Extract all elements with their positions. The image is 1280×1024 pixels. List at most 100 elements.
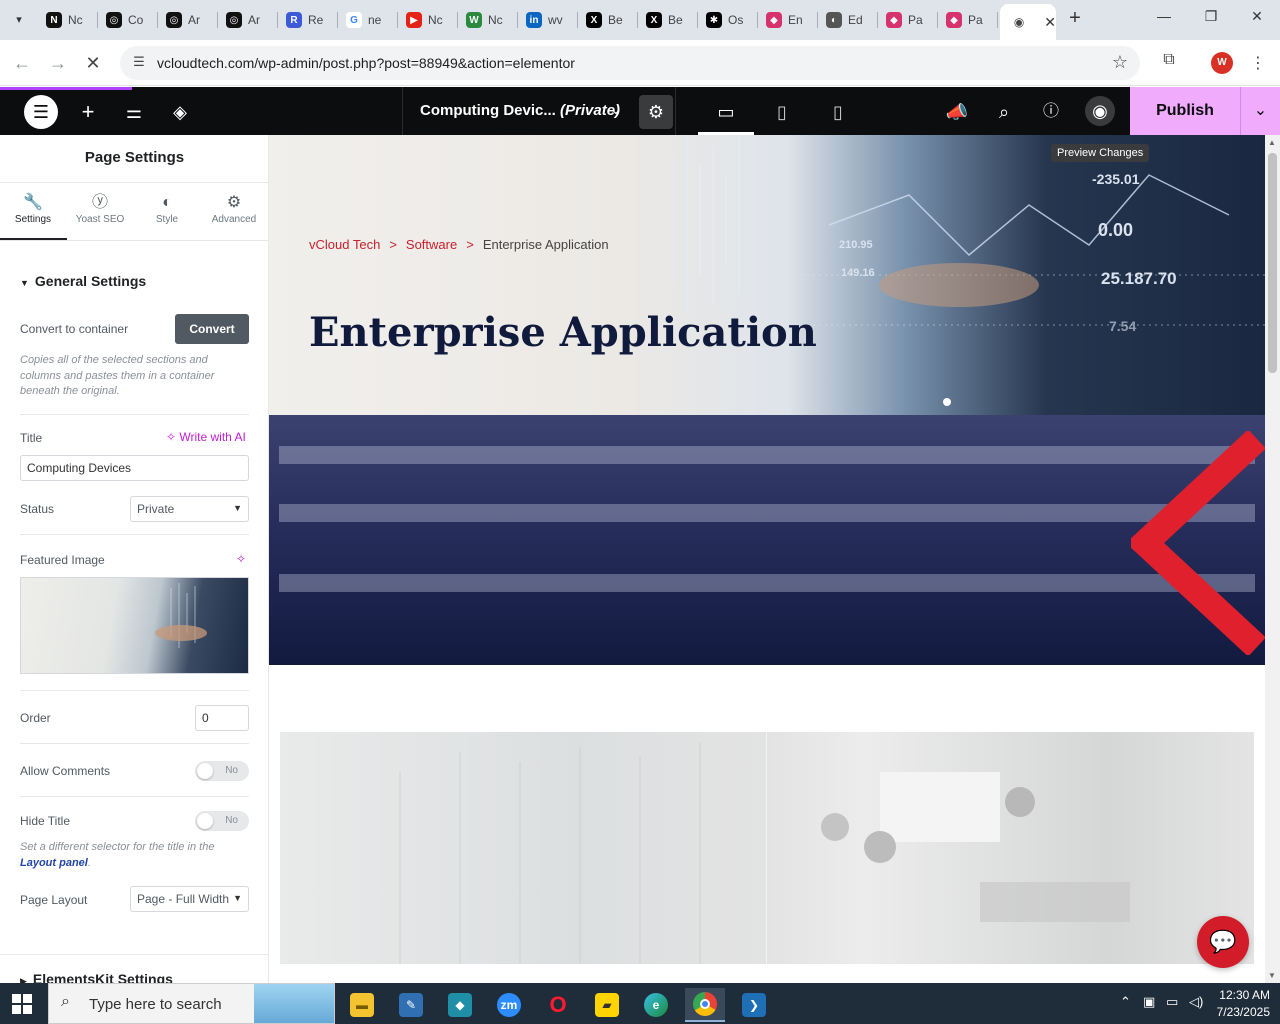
site-info-icon[interactable]: ☰ xyxy=(130,54,148,72)
browser-tab[interactable]: in wv xyxy=(518,8,578,32)
document-title-menu[interactable]: Computing Devic... (Private) ⌄ ⚙ xyxy=(402,87,676,135)
chrome-browser-icon[interactable] xyxy=(685,988,725,1022)
app-diamond-icon[interactable]: ◆ xyxy=(440,988,480,1022)
system-clock[interactable]: 12:30 AM 7/23/2025 xyxy=(1212,987,1270,1021)
image-gallery-section[interactable] xyxy=(280,732,1254,964)
page-settings-gear-icon[interactable]: ⚙ xyxy=(639,95,673,129)
help-icon[interactable]: ⓘ xyxy=(1038,99,1064,125)
hero-section[interactable]: -235.01 0.00 25.187.70 210.95 149.16 7.5… xyxy=(269,135,1265,415)
browser-tab[interactable]: N Nc xyxy=(38,8,98,32)
tray-overflow-chevron-icon[interactable]: ⌃ xyxy=(1120,994,1131,1010)
publish-options-chevron-icon[interactable]: ⌄ xyxy=(1240,87,1280,135)
close-window-icon[interactable]: ✕ xyxy=(1242,8,1272,32)
sticky-notes-icon[interactable]: ▰ xyxy=(587,988,627,1022)
browser-tab[interactable]: ◐ Ed xyxy=(818,8,878,32)
browser-menu-icon[interactable]: ⋮ xyxy=(1250,53,1266,73)
breadcrumb-home-link[interactable]: vCloud Tech xyxy=(309,237,380,252)
browser-tab[interactable]: ◎ Ar xyxy=(158,8,218,32)
file-explorer-icon[interactable]: ▬ xyxy=(342,988,382,1022)
breadcrumb-software-link[interactable]: Software xyxy=(406,237,457,252)
panel-tab-settings[interactable]: 🔧 Settings xyxy=(0,193,66,225)
paint-app-icon[interactable]: ✎ xyxy=(391,988,431,1022)
browser-tab[interactable]: ✱ Os xyxy=(698,8,758,32)
hero-title[interactable]: Enterprise Application xyxy=(309,309,817,356)
volume-icon[interactable]: ◁) xyxy=(1189,994,1203,1010)
vscode-app-icon[interactable]: ❯ xyxy=(734,988,774,1022)
bookmark-star-icon[interactable]: ☆ xyxy=(1112,52,1128,73)
title-input[interactable]: Computing Devices xyxy=(20,455,249,481)
preview-eye-icon[interactable]: ◉ xyxy=(1085,96,1115,126)
browser-tab[interactable]: X Be xyxy=(638,8,698,32)
hide-title-toggle[interactable]: No xyxy=(195,811,249,831)
general-settings-heading[interactable]: ▼ General Settings xyxy=(20,273,146,289)
browser-tab[interactable]: ◎ Ar xyxy=(218,8,278,32)
document-title[interactable]: Computing Devic... (Private) xyxy=(420,102,620,119)
page-layout-select[interactable]: Page - Full Width ▼ xyxy=(130,886,249,912)
tab-active[interactable]: ◉ ✕ xyxy=(1000,4,1056,40)
edge-browser-icon[interactable]: e xyxy=(636,988,676,1022)
featured-image-thumbnail[interactable] xyxy=(20,577,249,674)
notifications-megaphone-icon[interactable]: 📣 xyxy=(944,99,970,125)
omnibox[interactable]: ☰ vcloudtech.com/wp-admin/post.php?post=… xyxy=(120,46,1140,80)
write-with-ai-link[interactable]: ✧ Write with AI xyxy=(166,430,246,444)
profile-avatar[interactable]: W xyxy=(1211,52,1233,74)
stop-loading-icon[interactable]: ✕ xyxy=(80,50,106,76)
tab-label: En xyxy=(788,13,803,27)
allow-comments-toggle[interactable]: No xyxy=(195,761,249,781)
layout-panel-link[interactable]: Layout panel xyxy=(20,857,88,869)
page-layout-value: Page - Full Width xyxy=(137,892,230,906)
chevron-down-icon[interactable]: ⌄ xyxy=(610,101,622,118)
hide-title-note: Set a different selector for the title i… xyxy=(20,840,240,871)
restore-icon[interactable]: ❐ xyxy=(1196,8,1226,32)
network-icon[interactable]: ▭ xyxy=(1166,994,1178,1010)
browser-tab[interactable]: ▶ Nc xyxy=(398,8,458,32)
extensions-icon[interactable]: ⧉ xyxy=(1158,51,1180,73)
desktop-view-icon[interactable]: ▭ xyxy=(711,99,741,125)
preview-scrollbar[interactable]: ▲ ▼ xyxy=(1265,135,1280,983)
scrollbar-thumb[interactable] xyxy=(1268,153,1277,373)
browser-tab[interactable]: W Nc xyxy=(458,8,518,32)
back-icon[interactable]: ← xyxy=(9,50,35,76)
browser-tab[interactable]: X Be xyxy=(578,8,638,32)
url-text[interactable]: vcloudtech.com/wp-admin/post.php?post=88… xyxy=(157,55,575,71)
convert-button[interactable]: Convert xyxy=(175,314,249,344)
scroll-down-arrow-icon[interactable]: ▼ xyxy=(1268,971,1276,980)
close-tab-icon[interactable]: ✕ xyxy=(1044,14,1056,31)
tray-app-icon[interactable]: ▣ xyxy=(1143,994,1155,1010)
tab-search-chevron-icon[interactable]: ▾ xyxy=(6,6,32,32)
panel-tab-advanced[interactable]: ⚙ Advanced xyxy=(201,193,267,225)
browser-tab[interactable]: ◎ Co xyxy=(98,8,158,32)
tab-favicon-icon: ◎ xyxy=(226,12,242,28)
windows-start-icon[interactable] xyxy=(12,994,32,1014)
structure-layers-icon[interactable]: ◈ xyxy=(167,99,193,125)
new-tab-button[interactable]: + xyxy=(1064,8,1086,30)
taskbar-search-box[interactable]: ⌕ Type here to search xyxy=(48,983,335,1024)
toggle-state: No xyxy=(225,765,238,776)
tablet-view-icon[interactable]: ▯ xyxy=(767,99,797,125)
browser-tab[interactable]: Gne xyxy=(338,8,398,32)
chat-widget-icon[interactable]: 💬 xyxy=(1197,916,1249,968)
status-select[interactable]: Private ▼ xyxy=(130,496,249,522)
forward-icon[interactable]: → xyxy=(45,50,71,76)
mobile-view-icon[interactable]: ▯ xyxy=(823,99,853,125)
zoom-app-icon[interactable]: zm xyxy=(489,988,529,1022)
add-element-icon[interactable]: + xyxy=(75,99,101,125)
browser-tab[interactable]: ◆ En xyxy=(758,8,818,32)
panel-tab-yoast-seo[interactable]: ⓨ Yoast SEO xyxy=(67,193,133,225)
loading-placeholder-section[interactable] xyxy=(269,415,1265,665)
hero-number: 0.00 xyxy=(1098,220,1134,240)
publish-button[interactable]: Publish xyxy=(1130,87,1240,135)
search-icon[interactable]: ⌕ xyxy=(991,99,1017,125)
opera-app-icon[interactable]: O xyxy=(538,988,578,1022)
elementor-logo-icon[interactable]: ☰ xyxy=(24,95,58,129)
ai-sparkle-icon[interactable]: ✧ xyxy=(236,552,246,566)
site-settings-icon[interactable]: ⚌ xyxy=(121,99,147,125)
browser-tab[interactable]: ◆ Pa xyxy=(938,8,998,32)
browser-tab[interactable]: R Re xyxy=(278,8,338,32)
order-input[interactable]: 0 xyxy=(195,705,249,731)
minimize-icon[interactable]: — xyxy=(1149,8,1179,32)
elementskit-settings-heading[interactable]: ▶ ElementsKit Settings xyxy=(20,971,173,983)
scroll-up-arrow-icon[interactable]: ▲ xyxy=(1268,138,1276,147)
panel-tab-style[interactable]: ◐ Style xyxy=(134,193,200,225)
browser-tab[interactable]: ◆ Pa xyxy=(878,8,938,32)
